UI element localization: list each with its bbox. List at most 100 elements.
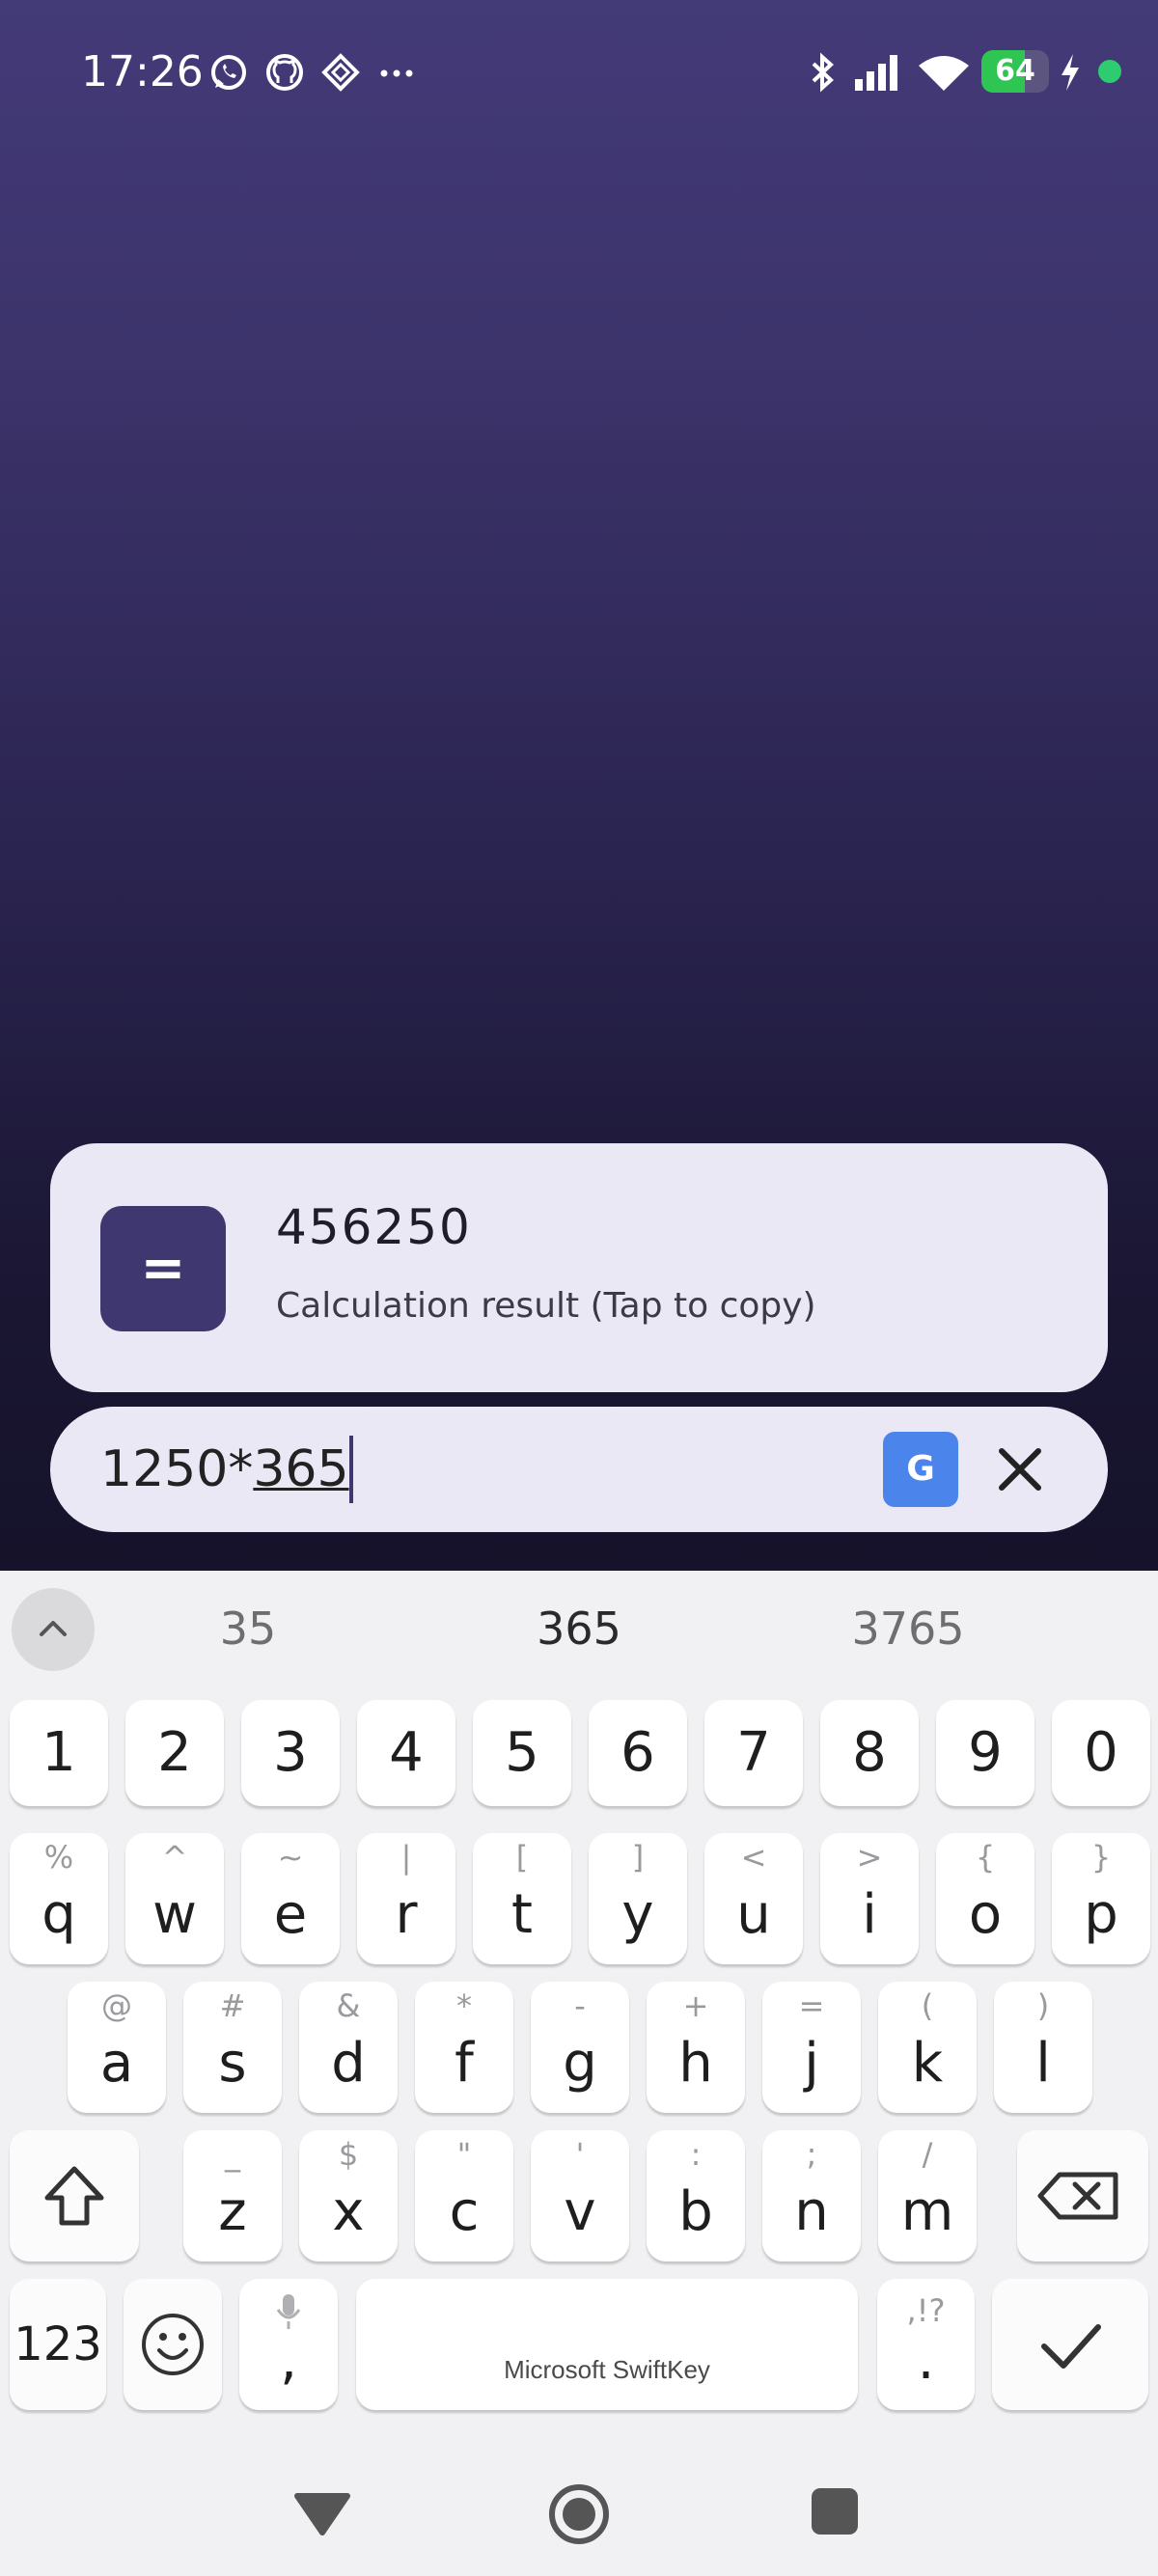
key-g[interactable]: -g bbox=[531, 1982, 629, 2113]
key-0[interactable]: 0 bbox=[1052, 1700, 1150, 1806]
key-e-label: e bbox=[273, 1883, 308, 1946]
back-icon[interactable] bbox=[290, 2484, 355, 2542]
key-e[interactable]: ~ e bbox=[241, 1833, 340, 1964]
key-l-label: l bbox=[1035, 2032, 1051, 2095]
key-l-secondary: ) bbox=[1036, 1987, 1050, 2024]
key-i-label: i bbox=[862, 1883, 877, 1946]
key-x[interactable]: $ x bbox=[299, 2130, 398, 2261]
search-input-bar[interactable]: 1250*365 G bbox=[50, 1407, 1108, 1532]
key-k-secondary: ( bbox=[921, 1987, 934, 2024]
key-1-label: 1 bbox=[41, 1721, 76, 1784]
key-q-secondary: % bbox=[43, 1839, 74, 1876]
key-t[interactable]: [t bbox=[473, 1833, 571, 1964]
key-v[interactable]: ' v bbox=[531, 2130, 629, 2261]
key-t-secondary: [ bbox=[515, 1839, 529, 1876]
key-8-label: 8 bbox=[852, 1721, 887, 1784]
key-q-label: q bbox=[41, 1883, 76, 1946]
key-1[interactable]: 1 bbox=[10, 1700, 108, 1806]
status-bar: 17:26 64 bbox=[0, 39, 1158, 106]
key-b[interactable]: :b bbox=[647, 2130, 745, 2261]
key-d[interactable]: & d bbox=[299, 1982, 398, 2113]
comma-key[interactable]: , bbox=[239, 2279, 338, 2410]
result-value: 456250 bbox=[276, 1199, 472, 1255]
key-f[interactable]: * f bbox=[415, 1982, 513, 2113]
key-c[interactable]: " c bbox=[415, 2130, 513, 2261]
key-k[interactable]: (k bbox=[878, 1982, 977, 2113]
key-x-secondary: $ bbox=[338, 2136, 359, 2173]
key-a[interactable]: @ a bbox=[68, 1982, 166, 2113]
key-8[interactable]: 8 bbox=[820, 1700, 919, 1806]
key-7[interactable]: 7 bbox=[704, 1700, 803, 1806]
key-9-label: 9 bbox=[968, 1721, 1003, 1784]
input-text-composing: 365 bbox=[253, 1440, 349, 1498]
key-l[interactable]: ) l bbox=[994, 1982, 1092, 2113]
key-0-label: 0 bbox=[1084, 1721, 1118, 1784]
key-o-label: o bbox=[968, 1883, 1003, 1946]
space-bar-label: Microsoft SwiftKey bbox=[504, 2355, 710, 2384]
key-w[interactable]: ^ w bbox=[125, 1833, 224, 1964]
key-2-label: 2 bbox=[157, 1721, 192, 1784]
key-n[interactable]: ; n bbox=[762, 2130, 861, 2261]
key-9[interactable]: 9 bbox=[936, 1700, 1034, 1806]
close-icon[interactable] bbox=[977, 1426, 1063, 1513]
key-h[interactable]: + h bbox=[647, 1982, 745, 2113]
suggestion-left[interactable]: 35 bbox=[103, 1600, 393, 1658]
charging-icon bbox=[1062, 54, 1079, 91]
emoji-key[interactable] bbox=[124, 2279, 222, 2410]
calculation-result-card[interactable]: = 456250 Calculation result (Tap to copy… bbox=[50, 1143, 1108, 1392]
key-i[interactable]: > i bbox=[820, 1833, 919, 1964]
key-y[interactable]: ] y bbox=[589, 1833, 687, 1964]
status-time: 17:26 bbox=[81, 47, 204, 96]
symbols-key[interactable]: 123 bbox=[10, 2279, 106, 2410]
github-icon bbox=[266, 54, 303, 91]
app-icon bbox=[321, 53, 360, 92]
whatsapp-icon bbox=[211, 55, 246, 90]
key-5[interactable]: 5 bbox=[473, 1700, 571, 1806]
backspace-key[interactable] bbox=[1017, 2130, 1148, 2261]
suggestion-center[interactable]: 365 bbox=[434, 1600, 724, 1658]
shift-key[interactable] bbox=[10, 2130, 139, 2261]
key-q[interactable]: % q bbox=[10, 1833, 108, 1964]
key-u[interactable]: < u bbox=[704, 1833, 803, 1964]
key-r[interactable]: | r bbox=[357, 1833, 455, 1964]
key-a-secondary: @ bbox=[101, 1987, 132, 2024]
key-3-label: 3 bbox=[273, 1721, 308, 1784]
key-u-label: u bbox=[736, 1883, 771, 1946]
key-h-label: h bbox=[678, 2032, 713, 2095]
battery-level-text: 64 bbox=[995, 54, 1035, 88]
home-icon[interactable] bbox=[546, 2481, 612, 2547]
key-n-label: n bbox=[794, 2180, 829, 2243]
key-7-label: 7 bbox=[736, 1721, 771, 1784]
key-3[interactable]: 3 bbox=[241, 1700, 340, 1806]
key-6[interactable]: 6 bbox=[589, 1700, 687, 1806]
key-n-secondary: ; bbox=[806, 2136, 817, 2173]
key-4[interactable]: 4 bbox=[357, 1700, 455, 1806]
key-r-secondary: | bbox=[400, 1839, 412, 1876]
backspace-icon bbox=[1037, 2172, 1118, 2220]
key-x-label: x bbox=[332, 2180, 365, 2243]
key-m[interactable]: / m bbox=[878, 2130, 977, 2261]
key-2[interactable]: 2 bbox=[125, 1700, 224, 1806]
enter-key[interactable] bbox=[992, 2279, 1148, 2410]
key-z[interactable]: _ z bbox=[183, 2130, 282, 2261]
key-p[interactable]: } p bbox=[1052, 1833, 1150, 1964]
space-bar[interactable]: Microsoft SwiftKey bbox=[356, 2279, 858, 2410]
chevron-up-icon bbox=[40, 1621, 67, 1636]
key-j-secondary: = bbox=[798, 1987, 825, 2024]
microphone-icon bbox=[276, 2294, 301, 2329]
period-key[interactable]: ,!? . bbox=[877, 2279, 975, 2410]
suggestion-right[interactable]: 3765 bbox=[763, 1600, 1053, 1658]
navigation-bar bbox=[0, 2451, 1158, 2576]
search-input[interactable]: 1250*365 bbox=[100, 1436, 353, 1503]
google-search-button[interactable]: G bbox=[883, 1432, 958, 1507]
key-a-label: a bbox=[99, 2032, 134, 2095]
recents-icon[interactable] bbox=[809, 2485, 861, 2537]
key-b-label: b bbox=[678, 2180, 713, 2243]
key-o[interactable]: {o bbox=[936, 1833, 1034, 1964]
key-e-secondary: ~ bbox=[277, 1839, 304, 1876]
key-s-secondary: # bbox=[219, 1987, 246, 2024]
key-r-label: r bbox=[395, 1883, 418, 1946]
collapse-toolbar-button[interactable] bbox=[12, 1588, 95, 1671]
key-s[interactable]: # s bbox=[183, 1982, 282, 2113]
key-j[interactable]: = j bbox=[762, 1982, 861, 2113]
